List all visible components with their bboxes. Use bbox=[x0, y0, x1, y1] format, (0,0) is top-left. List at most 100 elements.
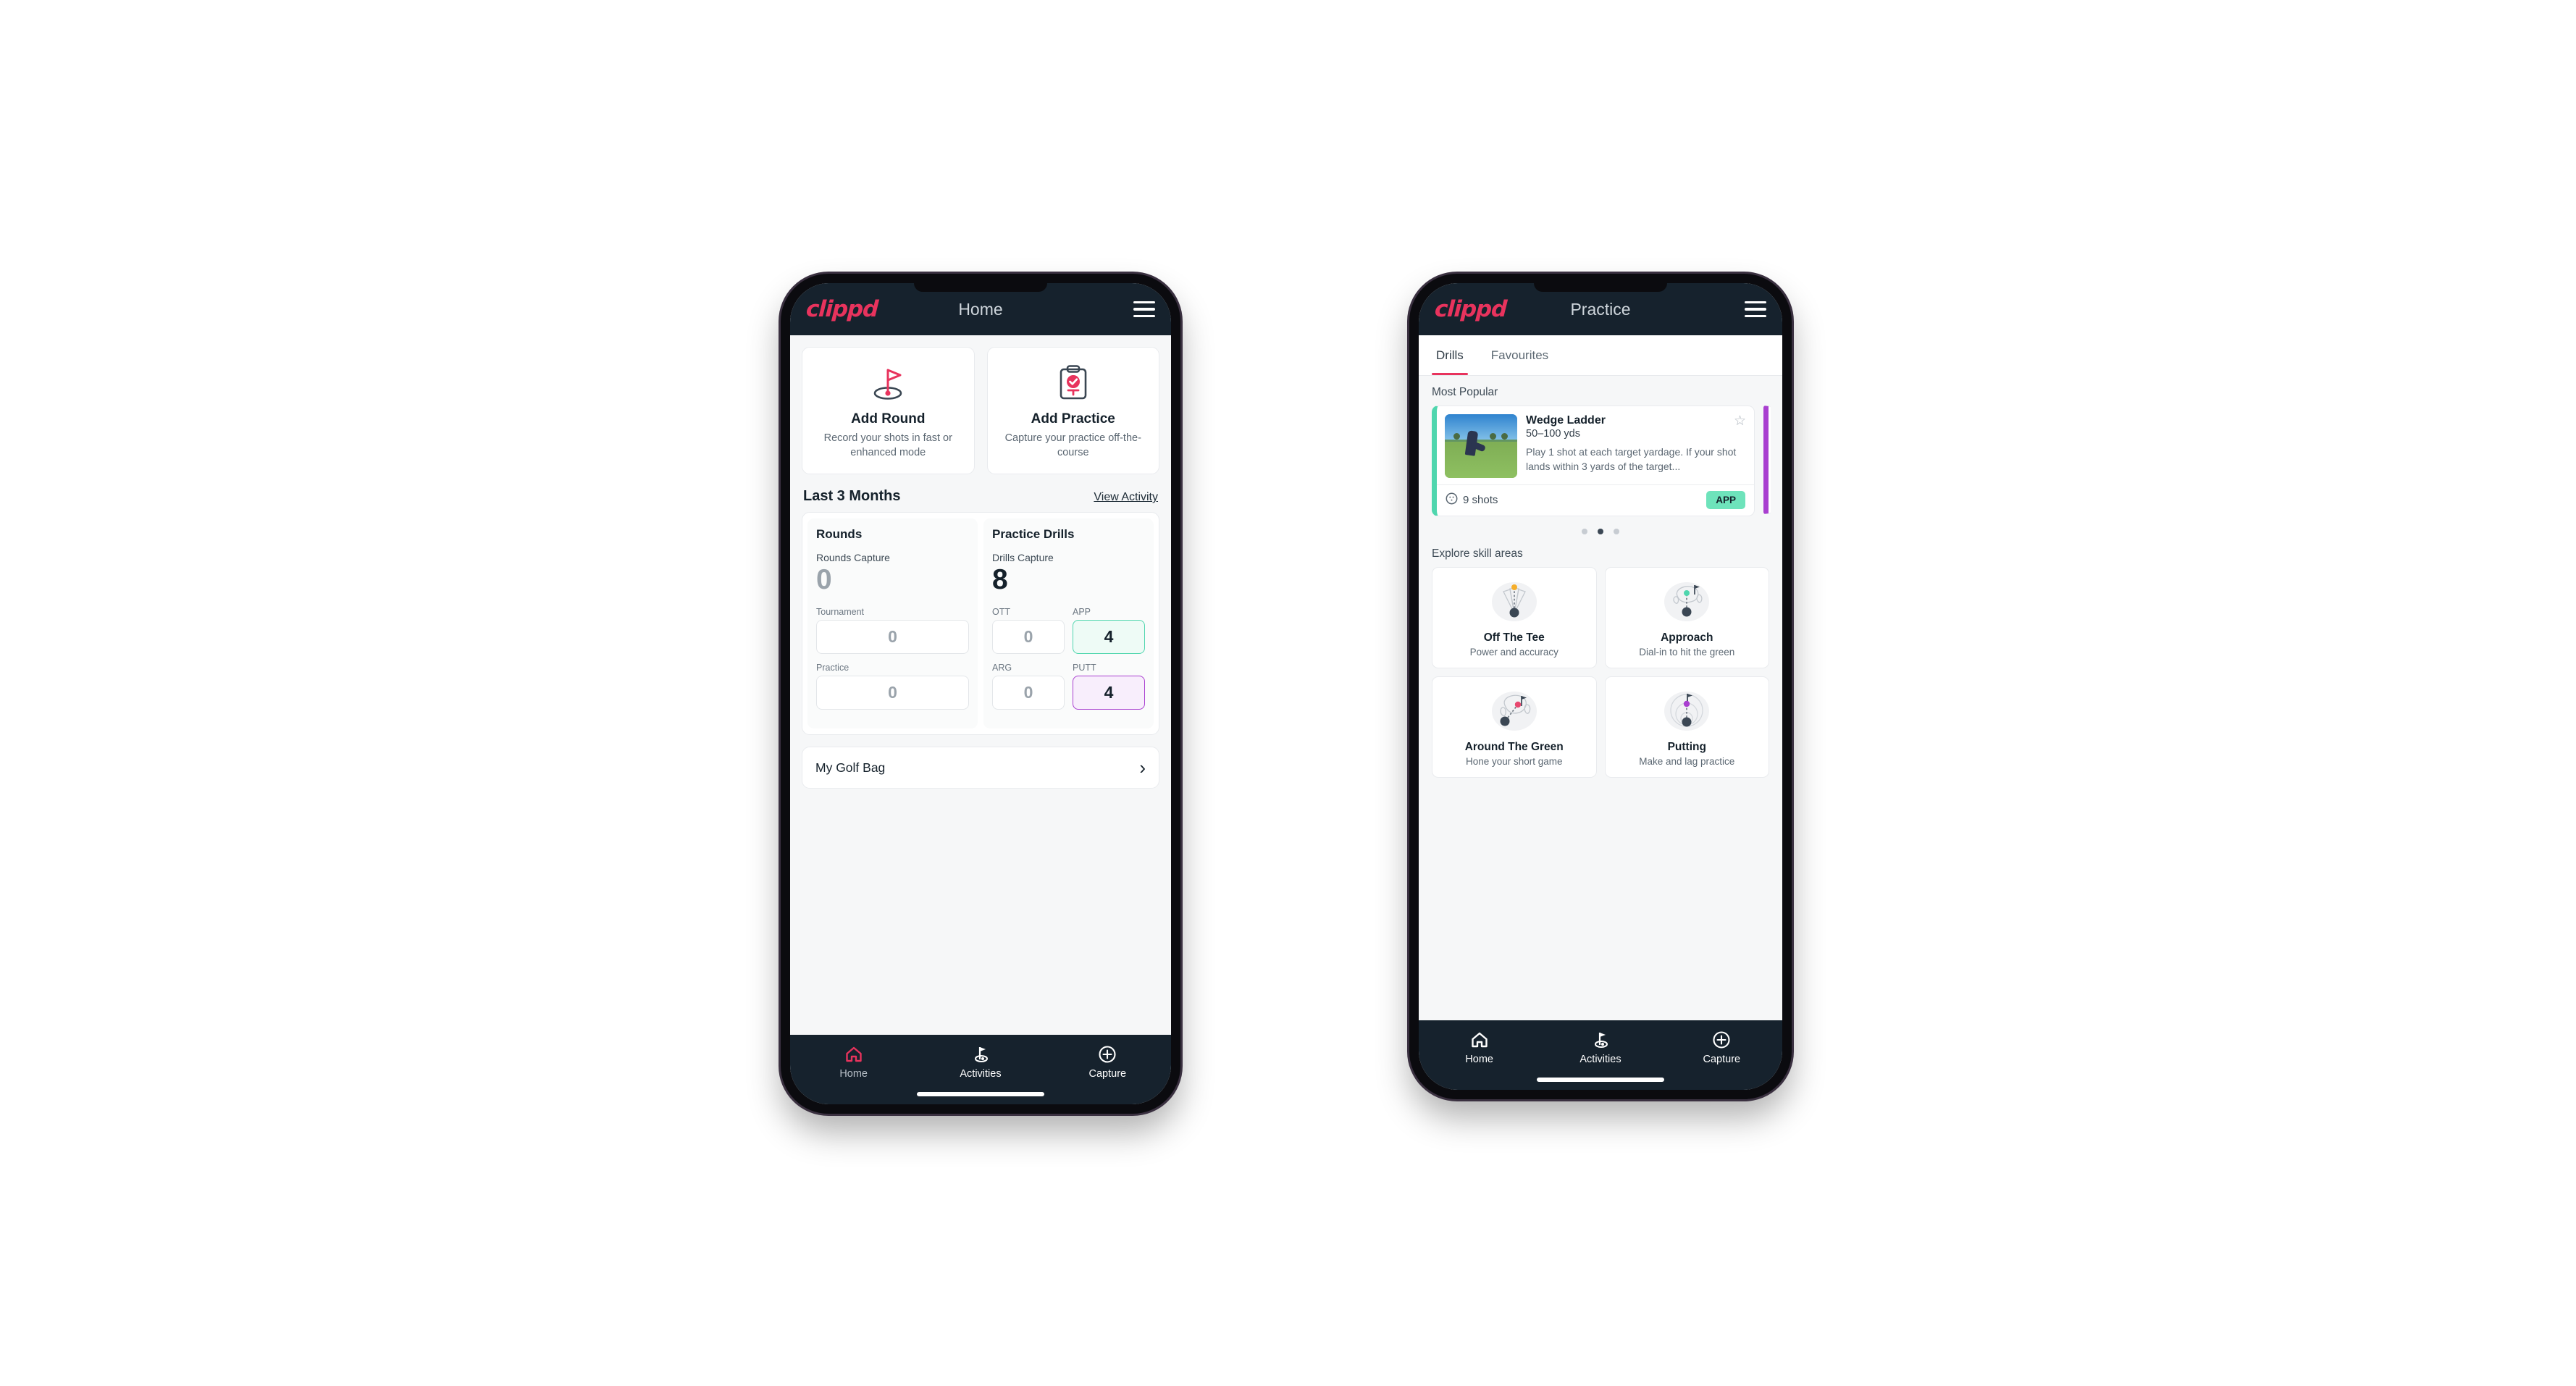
clippd-logo[interactable]: clippd bbox=[805, 296, 878, 322]
phone-device-practice: clippd Practice Drills Favourites Most P… bbox=[1409, 274, 1792, 1099]
skill-card-off-the-tee[interactable]: Off The Tee Power and accuracy bbox=[1432, 567, 1597, 668]
app-value: 4 bbox=[1073, 620, 1145, 655]
arg-value: 0 bbox=[992, 676, 1065, 710]
drills-row-2: ARG 0 PUTT 4 bbox=[992, 663, 1145, 718]
nav-item-home[interactable]: Home bbox=[790, 1044, 917, 1080]
phone-device-home: clippd Home Add Round Record your shots … bbox=[781, 274, 1180, 1114]
my-golf-bag-row[interactable]: My Golf Bag › bbox=[802, 747, 1159, 789]
rounds-capture-value: 0 bbox=[816, 564, 832, 595]
home-body: Add Round Record your shots in fast or e… bbox=[790, 335, 1171, 1035]
skill-card-around-the-green[interactable]: Around The Green Hone your short game bbox=[1432, 676, 1597, 778]
golf-flag-nav-icon bbox=[1540, 1030, 1661, 1050]
putt-value: 4 bbox=[1073, 676, 1145, 710]
nav-item-activities[interactable]: Activities bbox=[917, 1044, 1044, 1080]
skill-subtitle: Make and lag practice bbox=[1639, 756, 1735, 767]
arg-label: ARG bbox=[992, 663, 1012, 673]
approach-icon bbox=[1610, 576, 1765, 627]
tournament-field[interactable]: Tournament 0 bbox=[816, 607, 969, 655]
tab-drills[interactable]: Drills bbox=[1432, 335, 1468, 375]
drill-info: Wedge Ladder 50–100 yds ☆ Play 1 shot at… bbox=[1526, 414, 1746, 478]
drills-capture-value: 8 bbox=[992, 564, 1008, 595]
my-golf-bag-label: My Golf Bag bbox=[815, 760, 886, 775]
skill-subtitle: Power and accuracy bbox=[1469, 647, 1558, 658]
practice-tabs: Drills Favourites bbox=[1419, 335, 1782, 376]
ott-label: OTT bbox=[992, 607, 1010, 618]
golf-ball-icon bbox=[1446, 492, 1458, 508]
view-activity-link[interactable]: View Activity bbox=[1094, 491, 1158, 504]
putt-label: PUTT bbox=[1073, 663, 1096, 673]
rounds-heading: Rounds bbox=[816, 527, 863, 541]
drills-capture-label: Drills Capture bbox=[992, 552, 1054, 563]
around-green-icon bbox=[1437, 686, 1592, 736]
drill-card-top: Wedge Ladder 50–100 yds ☆ Play 1 shot at… bbox=[1437, 406, 1754, 484]
home-icon bbox=[790, 1044, 917, 1064]
tournament-value: 0 bbox=[816, 620, 969, 655]
nav-item-capture[interactable]: Capture bbox=[1044, 1044, 1171, 1080]
plus-circle-icon bbox=[1661, 1030, 1782, 1050]
drill-carousel[interactable]: Wedge Ladder 50–100 yds ☆ Play 1 shot at… bbox=[1419, 406, 1782, 516]
tab-favourites[interactable]: Favourites bbox=[1487, 335, 1553, 375]
add-round-subtitle: Record your shots in fast or enhanced mo… bbox=[823, 432, 952, 458]
skill-card-approach[interactable]: Approach Dial-in to hit the green bbox=[1604, 567, 1769, 668]
practice-field[interactable]: Practice 0 bbox=[816, 663, 969, 710]
skill-areas-grid: Off The Tee Power and accuracy Approach … bbox=[1419, 567, 1782, 788]
hamburger-menu-icon[interactable] bbox=[1745, 301, 1766, 317]
drill-name: Wedge Ladder bbox=[1526, 414, 1606, 427]
last-3-months-header: Last 3 Months View Activity bbox=[790, 474, 1171, 512]
practice-bottom-nav: Home Activities Capture bbox=[1419, 1020, 1782, 1090]
star-outline-icon[interactable]: ☆ bbox=[1734, 414, 1746, 428]
nav-item-activities[interactable]: Activities bbox=[1540, 1030, 1661, 1065]
skill-card-putting[interactable]: Putting Make and lag practice bbox=[1604, 676, 1769, 778]
app-field[interactable]: APP 4 bbox=[1073, 607, 1145, 663]
drill-title-row: Wedge Ladder 50–100 yds ☆ bbox=[1526, 414, 1746, 440]
home-screen: clippd Home Add Round Record your shots … bbox=[790, 283, 1171, 1104]
home-icon bbox=[1419, 1030, 1540, 1050]
nav-item-home[interactable]: Home bbox=[1419, 1030, 1540, 1065]
ott-value: 0 bbox=[992, 620, 1065, 655]
ott-field[interactable]: OTT 0 bbox=[992, 607, 1065, 655]
rounds-column: Rounds Rounds Capture 0 Tournament 0 Pra… bbox=[807, 518, 978, 729]
nav-item-capture[interactable]: Capture bbox=[1661, 1030, 1782, 1065]
carousel-dot-3[interactable] bbox=[1614, 529, 1619, 534]
plus-circle-icon bbox=[1044, 1044, 1171, 1064]
device-notch bbox=[914, 283, 1047, 292]
carousel-dot-1[interactable] bbox=[1582, 529, 1587, 534]
carousel-dots bbox=[1419, 516, 1782, 537]
drills-row-1: OTT 0 APP 4 bbox=[992, 607, 1145, 663]
add-practice-card[interactable]: Add Practice Capture your practice off-t… bbox=[986, 347, 1159, 474]
nav-label-activities: Activities bbox=[1579, 1054, 1621, 1065]
putting-icon bbox=[1610, 686, 1765, 736]
skill-title: Putting bbox=[1667, 741, 1706, 753]
nav-label-activities: Activities bbox=[960, 1068, 1002, 1080]
home-bottom-nav: Home Activities Capture bbox=[790, 1035, 1171, 1104]
practice-drills-column: Practice Drills Drills Capture 8 OTT 0 A… bbox=[983, 518, 1154, 729]
off-the-tee-icon bbox=[1437, 576, 1592, 627]
practice-body: Most Popular Wedge Ladder 50–100 yds ☆ P… bbox=[1419, 376, 1782, 1020]
skill-subtitle: Hone your short game bbox=[1465, 756, 1563, 767]
drill-card-footer: 9 shots APP bbox=[1437, 484, 1754, 516]
putt-field[interactable]: PUTT 4 bbox=[1073, 663, 1145, 718]
carousel-dot-2[interactable] bbox=[1598, 529, 1603, 534]
drills-heading: Practice Drills bbox=[992, 527, 1075, 541]
home-indicator-bar bbox=[917, 1092, 1044, 1096]
clippd-logo[interactable]: clippd bbox=[1434, 296, 1507, 322]
drill-category-badge: APP bbox=[1706, 491, 1745, 509]
nav-label-home: Home bbox=[839, 1068, 868, 1080]
add-practice-title: Add Practice bbox=[1031, 411, 1115, 427]
drill-description: Play 1 shot at each target yardage. If y… bbox=[1526, 446, 1737, 472]
chevron-right-icon: › bbox=[1139, 757, 1146, 779]
hamburger-menu-icon[interactable] bbox=[1133, 301, 1155, 317]
arg-field[interactable]: ARG 0 bbox=[992, 663, 1065, 710]
drill-shots: 9 shots bbox=[1446, 492, 1498, 508]
nav-label-home: Home bbox=[1465, 1054, 1493, 1065]
skill-subtitle: Dial-in to hit the green bbox=[1639, 647, 1735, 658]
add-round-card[interactable]: Add Round Record your shots in fast or e… bbox=[802, 347, 975, 474]
drill-card-wedge-ladder[interactable]: Wedge Ladder 50–100 yds ☆ Play 1 shot at… bbox=[1432, 406, 1755, 516]
nav-label-capture: Capture bbox=[1703, 1054, 1741, 1065]
home-indicator-bar bbox=[1537, 1078, 1664, 1082]
drill-card-next-peek[interactable] bbox=[1763, 406, 1771, 514]
nav-label-capture: Capture bbox=[1088, 1068, 1127, 1080]
tournament-label: Tournament bbox=[816, 607, 865, 618]
golf-flag-nav-icon bbox=[917, 1044, 1044, 1064]
drill-thumbnail bbox=[1445, 414, 1517, 478]
